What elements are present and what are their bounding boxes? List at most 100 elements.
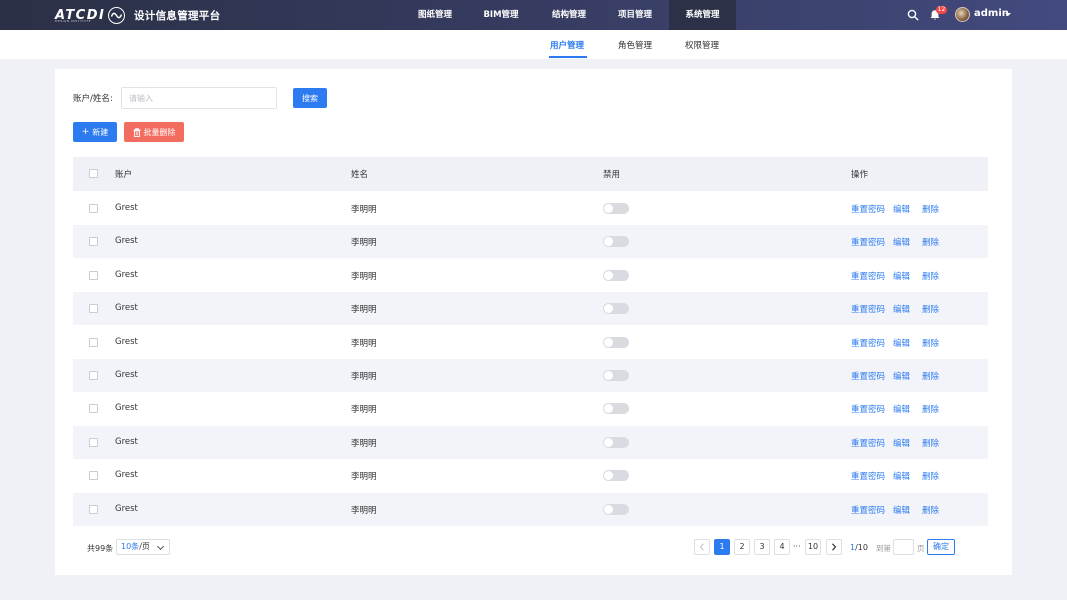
plus-icon: + xyxy=(81,126,90,137)
column-header-name: 姓名 xyxy=(351,170,369,180)
delete-link[interactable]: 删除 xyxy=(922,270,939,282)
filter-label: 账户/姓名: xyxy=(73,94,113,104)
disable-toggle[interactable] xyxy=(603,270,629,281)
delete-link[interactable]: 删除 xyxy=(922,303,939,315)
reset-password-link[interactable]: 重置密码 xyxy=(851,437,885,449)
delete-link[interactable]: 删除 xyxy=(922,203,939,215)
reset-password-link[interactable]: 重置密码 xyxy=(851,270,885,282)
cell-account: Grest xyxy=(115,437,138,447)
app-logo[interactable]: ATCDI DESIGN INSTITUTE xyxy=(55,6,126,24)
edit-link[interactable]: 编辑 xyxy=(893,303,910,315)
row-checkbox[interactable] xyxy=(89,471,98,480)
cell-account: Grest xyxy=(115,203,138,213)
cell-account: Grest xyxy=(115,270,138,280)
trash-icon xyxy=(133,127,140,137)
disable-toggle[interactable] xyxy=(603,303,629,314)
edit-link[interactable]: 编辑 xyxy=(893,370,910,382)
page-button-2[interactable]: 2 xyxy=(734,539,750,555)
nav-item-system[interactable]: 系统管理 xyxy=(669,0,736,30)
reset-password-link[interactable]: 重置密码 xyxy=(851,370,885,382)
page-button-4[interactable]: 4 xyxy=(774,539,790,555)
delete-link[interactable]: 删除 xyxy=(922,470,939,482)
caret-down-icon[interactable] xyxy=(1005,13,1011,16)
tab-user-management[interactable]: 用户管理 xyxy=(550,39,584,51)
user-avatar[interactable] xyxy=(955,7,970,22)
user-name[interactable]: admin xyxy=(974,8,1009,19)
page-size-value: 10条 xyxy=(121,542,140,551)
disable-toggle[interactable] xyxy=(603,337,629,348)
search-button[interactable]: 搜索 xyxy=(293,88,327,108)
disable-toggle[interactable] xyxy=(603,470,629,481)
total-count: 共99条 xyxy=(87,544,114,553)
reset-password-link[interactable]: 重置密码 xyxy=(851,403,885,415)
table-row: Grest 李明明 重置密码 编辑 删除 xyxy=(73,326,988,359)
delete-link[interactable]: 删除 xyxy=(922,337,939,349)
cell-name: 李明明 xyxy=(351,205,377,215)
row-checkbox[interactable] xyxy=(89,304,98,313)
delete-link[interactable]: 删除 xyxy=(922,403,939,415)
page-button-10[interactable]: 10 xyxy=(805,539,821,555)
row-checkbox[interactable] xyxy=(89,371,98,380)
active-tab-indicator xyxy=(549,56,587,58)
next-page-button[interactable] xyxy=(826,539,842,555)
edit-link[interactable]: 编辑 xyxy=(893,504,910,516)
disable-toggle[interactable] xyxy=(603,437,629,448)
page-button-3[interactable]: 3 xyxy=(754,539,770,555)
delete-link[interactable]: 删除 xyxy=(922,236,939,248)
reset-password-link[interactable]: 重置密码 xyxy=(851,236,885,248)
page-size-select[interactable]: 10条/页 xyxy=(116,539,170,555)
table-row: Grest 李明明 重置密码 编辑 删除 xyxy=(73,225,988,258)
table-row: Grest 李明明 重置密码 编辑 删除 xyxy=(73,392,988,425)
delete-link[interactable]: 删除 xyxy=(922,504,939,516)
cell-account: Grest xyxy=(115,504,138,514)
app-title: 设计信息管理平台 xyxy=(134,10,221,22)
edit-link[interactable]: 编辑 xyxy=(893,203,910,215)
edit-link[interactable]: 编辑 xyxy=(893,236,910,248)
page-size-suffix: /页 xyxy=(139,542,150,551)
disable-toggle[interactable] xyxy=(603,203,629,214)
table-row: Grest 李明明 重置密码 编辑 删除 xyxy=(73,359,988,392)
edit-link[interactable]: 编辑 xyxy=(893,337,910,349)
top-navbar: ATCDI DESIGN INSTITUTE 设计信息管理平台 图纸管理 BIM… xyxy=(0,0,1067,30)
disable-toggle[interactable] xyxy=(603,504,629,515)
row-checkbox[interactable] xyxy=(89,338,98,347)
prev-page-button[interactable] xyxy=(694,539,710,555)
nav-item-projects[interactable]: 项目管理 xyxy=(603,0,667,30)
nav-item-drawings[interactable]: 图纸管理 xyxy=(403,0,467,30)
batch-delete-button[interactable]: 批量删除 xyxy=(124,122,184,142)
goto-label: 到第 xyxy=(876,544,891,553)
row-checkbox[interactable] xyxy=(89,237,98,246)
reset-password-link[interactable]: 重置密码 xyxy=(851,303,885,315)
chevron-right-icon xyxy=(832,543,837,551)
reset-password-link[interactable]: 重置密码 xyxy=(851,470,885,482)
select-all-checkbox[interactable] xyxy=(89,169,98,178)
goto-page-input[interactable] xyxy=(893,539,914,555)
new-user-button[interactable]: + 新建 xyxy=(73,122,117,142)
page-button-1[interactable]: 1 xyxy=(714,539,730,555)
edit-link[interactable]: 编辑 xyxy=(893,470,910,482)
row-checkbox[interactable] xyxy=(89,438,98,447)
delete-link[interactable]: 删除 xyxy=(922,370,939,382)
edit-link[interactable]: 编辑 xyxy=(893,437,910,449)
row-checkbox[interactable] xyxy=(89,271,98,280)
goto-confirm-button[interactable]: 确定 xyxy=(927,539,955,555)
account-name-search-input[interactable] xyxy=(121,87,277,109)
row-checkbox[interactable] xyxy=(89,505,98,514)
search-icon[interactable] xyxy=(907,9,919,21)
disable-toggle[interactable] xyxy=(603,370,629,381)
disable-toggle[interactable] xyxy=(603,403,629,414)
row-checkbox[interactable] xyxy=(89,204,98,213)
batch-delete-label: 批量删除 xyxy=(143,127,176,137)
reset-password-link[interactable]: 重置密码 xyxy=(851,504,885,516)
reset-password-link[interactable]: 重置密码 xyxy=(851,337,885,349)
nav-item-bim[interactable]: BIM管理 xyxy=(469,0,533,30)
nav-item-structure[interactable]: 结构管理 xyxy=(537,0,601,30)
tab-role-management[interactable]: 角色管理 xyxy=(618,39,652,51)
delete-link[interactable]: 删除 xyxy=(922,437,939,449)
disable-toggle[interactable] xyxy=(603,236,629,247)
row-checkbox[interactable] xyxy=(89,404,98,413)
reset-password-link[interactable]: 重置密码 xyxy=(851,203,885,215)
edit-link[interactable]: 编辑 xyxy=(893,403,910,415)
tab-permission-management[interactable]: 权限管理 xyxy=(685,39,719,51)
edit-link[interactable]: 编辑 xyxy=(893,270,910,282)
